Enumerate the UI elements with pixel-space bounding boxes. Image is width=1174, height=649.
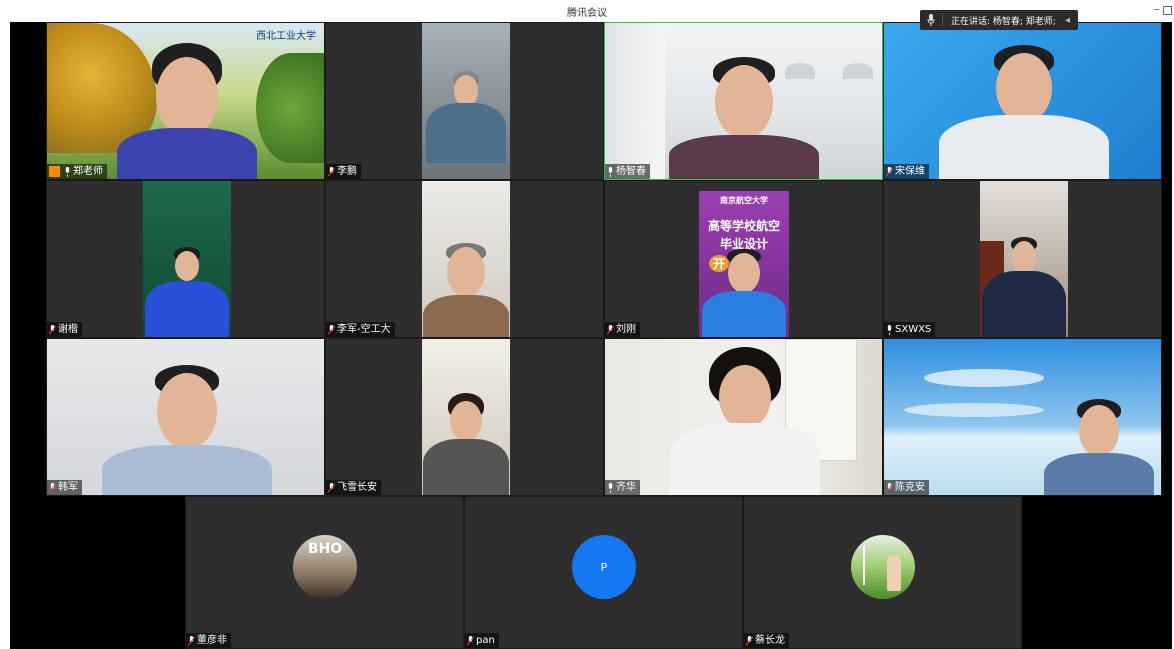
banner-header: 南京航空大学 [720, 196, 768, 205]
video-tile-han[interactable]: 韩军 [46, 338, 325, 496]
participant-name: 董彦非 [197, 635, 227, 646]
microphone-muted-icon [467, 635, 474, 645]
avatar: BHO [293, 535, 357, 599]
microphone-icon [926, 10, 936, 30]
participant-label: SXWXS [884, 322, 936, 337]
video-tile-zheng[interactable]: 西北工业大学 郑老师 [46, 22, 325, 180]
participant-label: 蔡长龙 [744, 633, 789, 648]
video-feed [422, 181, 510, 337]
video-feed [422, 23, 510, 179]
video-grid: 西北工业大学 郑老师 李鹏 杨智春 宋保维 谢楷 李军-空工大 南京航空大学 高… [10, 22, 1172, 649]
video-feed [884, 339, 1161, 495]
participant-label: 董彦非 [186, 633, 231, 648]
microphone-muted-icon [607, 324, 614, 334]
video-tile-lijun[interactable]: 李军-空工大 [325, 180, 604, 338]
participant-label: 杨智春 [605, 164, 650, 179]
video-tile-cai[interactable]: 蔡长龙 [743, 496, 1022, 649]
video-feed [605, 23, 882, 179]
participant-name: 李鹏 [337, 166, 357, 177]
video-tile-sxwxs[interactable]: SXWXS [883, 180, 1162, 338]
speaking-indicator[interactable]: 正在讲话: 杨智春; 郑老师; ◂ [920, 10, 1078, 30]
video-tile-chen[interactable]: 陈克安 [883, 338, 1162, 496]
microphone-muted-icon [886, 166, 893, 176]
microphone-icon [608, 482, 613, 493]
video-feed: 南京航空大学 高等学校航空 毕业设计 开 [699, 191, 789, 337]
participant-label: 刘刚 [605, 322, 640, 337]
video-feed [47, 339, 324, 495]
microphone-muted-icon [49, 324, 56, 334]
participant-label: 齐华 [605, 480, 640, 495]
microphone-icon [608, 166, 613, 177]
microphone-muted-icon [188, 635, 195, 645]
participant-label: 谢楷 [47, 322, 82, 337]
participant-label: pan [465, 633, 499, 648]
participant-name: 宋保维 [895, 166, 925, 177]
participant-label: 李鹏 [326, 164, 361, 179]
banner-line-1: 高等学校航空 [707, 219, 780, 233]
video-feed [884, 23, 1161, 179]
avatar-photo-text: BHO [307, 541, 343, 557]
video-tile-lipeng[interactable]: 李鹏 [325, 22, 604, 180]
video-tile-yang[interactable]: 杨智春 [604, 22, 883, 180]
participant-name: SXWXS [895, 324, 932, 335]
participant-label: 韩军 [47, 480, 82, 495]
host-icon [49, 166, 60, 177]
participant-name: 齐华 [616, 482, 636, 493]
participant-label: 李军-空工大 [326, 322, 395, 337]
video-tile-feixue[interactable]: 飞雪长安 [325, 338, 604, 496]
microphone-muted-icon [328, 166, 335, 176]
microphone-muted-icon [328, 324, 335, 334]
participant-name: 谢楷 [58, 324, 78, 335]
participant-name: 杨智春 [616, 166, 646, 177]
video-tile-xie[interactable]: 谢楷 [46, 180, 325, 338]
initial-avatar: P [572, 535, 636, 599]
participant-name: 飞雪长安 [337, 482, 377, 493]
video-tile-song[interactable]: 宋保维 [883, 22, 1162, 180]
participant-name: 蔡长龙 [755, 635, 785, 646]
microphone-muted-icon [49, 482, 56, 492]
participant-name: pan [476, 635, 495, 646]
participant-name: 李军-空工大 [337, 324, 391, 335]
participant-name: 郑老师 [73, 166, 103, 177]
participant-name: 刘刚 [616, 324, 636, 335]
participant-label: 陈克安 [884, 480, 929, 495]
participant-name: 韩军 [58, 482, 78, 493]
microphone-muted-icon [886, 482, 893, 492]
participant-name: 陈克安 [895, 482, 925, 493]
microphone-muted-icon [328, 482, 335, 492]
video-feed [47, 23, 324, 179]
video-tile-qi[interactable]: 齐华 [604, 338, 883, 496]
participant-label: 宋保维 [884, 164, 929, 179]
university-logo: 西北工业大学 [256, 31, 316, 42]
video-tile-liu[interactable]: 南京航空大学 高等学校航空 毕业设计 开 刘刚 [604, 180, 883, 338]
microphone-muted-icon [746, 635, 753, 645]
video-feed [980, 181, 1068, 337]
video-feed [143, 181, 231, 337]
participant-label: 郑老师 [47, 164, 107, 179]
collapse-arrow-icon[interactable]: ◂ [1065, 15, 1070, 26]
minimize-button[interactable]: – [1154, 2, 1160, 16]
participant-label: 飞雪长安 [326, 480, 381, 495]
restore-button[interactable] [1163, 6, 1172, 15]
microphone-icon [887, 324, 892, 335]
video-tile-dong[interactable]: BHO 董彦非 [185, 496, 464, 649]
divider [942, 14, 943, 26]
video-feed [422, 339, 510, 495]
microphone-icon [65, 166, 70, 177]
video-tile-pan[interactable]: P pan [464, 496, 743, 649]
speaking-text: 正在讲话: 杨智春; 郑老师; [951, 16, 1056, 27]
video-feed [605, 339, 882, 495]
avatar [851, 535, 915, 599]
